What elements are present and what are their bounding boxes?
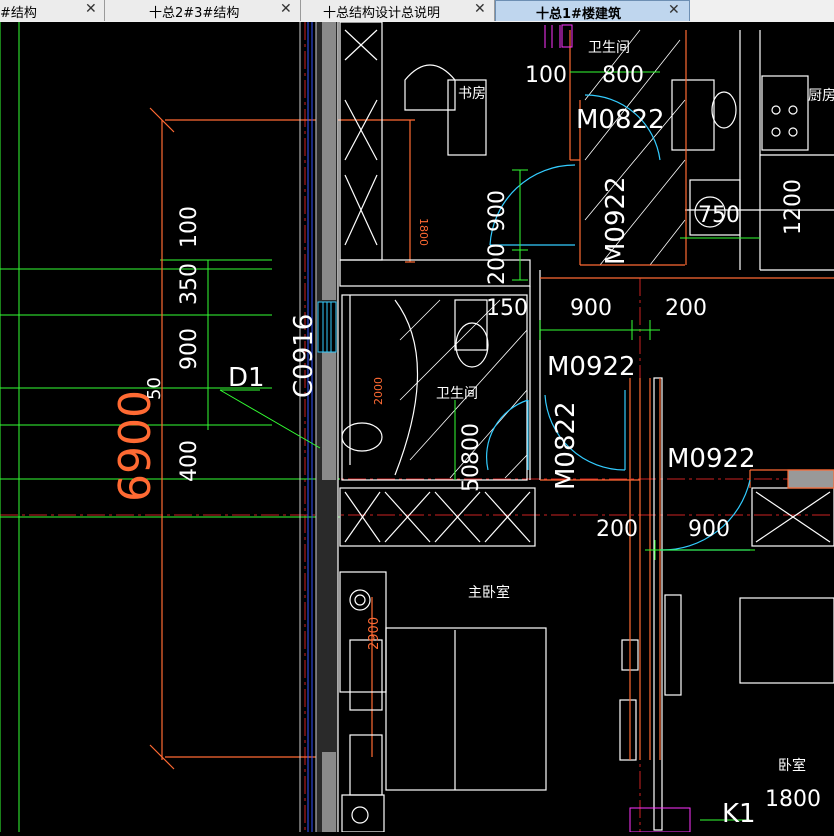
document-tab-bar: #结构 ✕ 十总2#3#结构 ✕ 十总结构设计总说明 ✕ 十总1#楼建筑 ✕	[0, 0, 834, 23]
door-swings	[485, 94, 751, 551]
dim-750: 750	[698, 203, 740, 228]
close-icon[interactable]: ✕	[668, 2, 680, 18]
dim-2000: 2000	[372, 377, 385, 405]
door-tag-m0922-middle: M0922	[547, 352, 636, 382]
floor-plan-drawing: 书房 卫生间 厨房 卫生间 主卧室 卧室 M0822 M0922 M0922 D…	[0, 21, 834, 833]
dim-2900: 2900	[367, 617, 382, 650]
tab-label: 十总结构设计总说明	[323, 6, 441, 21]
dim-200-lower: 200	[596, 517, 638, 542]
room-label-bath-middle: 卫生间	[436, 386, 478, 402]
room-label-study: 书房	[458, 86, 486, 102]
window-tag-c0916: C0916	[289, 314, 319, 398]
door-tag-m0922-vertical: M0922	[601, 176, 631, 265]
dim-100-top: 100	[525, 63, 567, 88]
room-label-master-bedroom: 主卧室	[468, 584, 510, 601]
close-icon[interactable]: ✕	[85, 1, 97, 17]
dim-1800-bottom: 1800	[765, 787, 821, 812]
tag-d1: D1	[228, 363, 265, 393]
wall-outlines	[540, 30, 834, 760]
room-label-bedroom: 卧室	[778, 757, 806, 774]
dim-1200: 1200	[781, 179, 806, 235]
door-tag-m0822-vertical: M0822	[551, 401, 581, 490]
tab-building-1-architecture[interactable]: 十总1#楼建筑 ✕	[495, 0, 690, 22]
exterior-wall	[299, 22, 339, 832]
dim-50-bath: 50	[459, 464, 484, 492]
room-label-bath-upper: 卫生间	[588, 40, 630, 56]
extension-lines	[0, 22, 340, 832]
dim-100-left: 100	[177, 206, 202, 248]
tab-structure[interactable]: #结构 ✕	[0, 0, 105, 21]
dim-200-mid: 200	[665, 296, 707, 321]
door-tag-m0822-upper: M0822	[576, 105, 665, 135]
dim-900-lower: 900	[688, 517, 730, 542]
cad-drawing-canvas[interactable]: 书房 卫生间 厨房 卫生间 主卧室 卧室 M0822 M0922 M0922 D…	[0, 21, 834, 833]
dim-150: 150	[486, 296, 528, 321]
close-icon[interactable]: ✕	[474, 1, 486, 17]
room-label-kitchen: 厨房	[808, 88, 834, 104]
tab-label: #结构	[0, 6, 37, 21]
interior-walls	[339, 21, 834, 833]
dim-350: 350	[177, 263, 202, 305]
dim-400: 400	[177, 440, 202, 482]
dim-200-door: 200	[485, 243, 510, 285]
tab-label: 十总1#楼建筑	[536, 7, 621, 22]
dim-1800-vertical: 1800	[417, 218, 430, 246]
tag-k1: K1	[722, 799, 756, 829]
dim-900-left: 900	[177, 328, 202, 370]
dim-800-bath: 800	[459, 423, 484, 465]
bathroom-hatching	[399, 29, 686, 479]
door-tag-m0922-right: M0922	[667, 444, 756, 474]
close-icon[interactable]: ✕	[280, 1, 292, 17]
dim-800-top: 800	[602, 63, 644, 88]
tab-label: 十总2#3#结构	[149, 6, 240, 21]
tab-structure-design-notes[interactable]: 十总结构设计总说明 ✕	[301, 0, 495, 21]
dim-900-door: 900	[485, 190, 510, 232]
dim-total-6900: 6900	[110, 390, 161, 502]
dim-900-mid: 900	[570, 296, 612, 321]
tab-building-2-3-structure[interactable]: 十总2#3#结构 ✕	[105, 0, 301, 21]
